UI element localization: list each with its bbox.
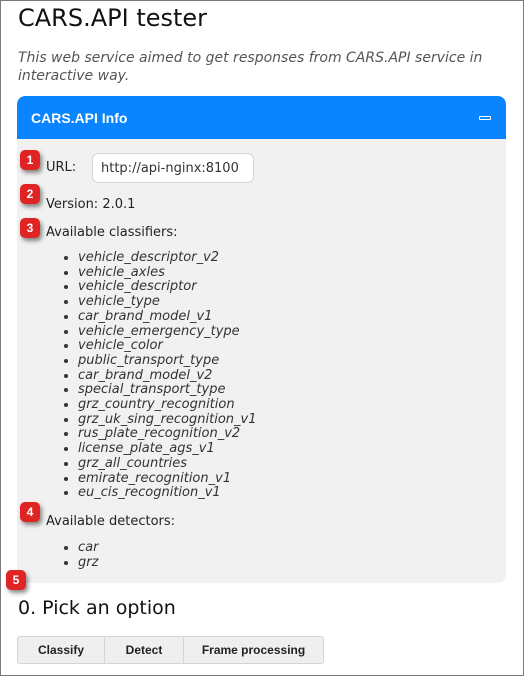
minus-icon[interactable]: [478, 111, 492, 125]
list-item: vehicle_emergency_type: [78, 324, 256, 340]
list-item: grz_all_countries: [78, 456, 256, 472]
annotation-badge-2: 2: [20, 184, 40, 204]
list-item: vehicle_axles: [78, 265, 256, 281]
list-item: vehicle_type: [78, 294, 256, 310]
frame-processing-button[interactable]: Frame processing: [184, 636, 324, 664]
list-item: vehicle_descriptor: [78, 280, 256, 295]
page-subtitle: This web service aimed to get responses …: [18, 50, 483, 84]
version-text: Version: 2.0.1: [46, 197, 136, 212]
options-heading: 0. Pick an option: [18, 597, 176, 619]
page-title: CARS.API tester: [18, 4, 208, 32]
classifiers-list: vehicle_descriptor_v2 vehicle_axles vehi…: [60, 250, 256, 501]
annotation-badge-5: 5: [6, 570, 26, 590]
list-item: emirate_recognition_v1: [78, 471, 256, 487]
list-item: car: [78, 540, 98, 556]
list-item: grz: [78, 555, 98, 571]
url-input[interactable]: [92, 153, 254, 183]
list-item: grz_country_recognition: [78, 397, 256, 413]
list-item: vehicle_descriptor_v2: [78, 250, 256, 266]
detectors-label: Available detectors:: [46, 514, 176, 529]
annotation-badge-1: 1: [20, 150, 40, 170]
list-item: car_brand_model_v1: [78, 309, 256, 325]
list-item: special_transport_type: [78, 383, 256, 398]
list-item: public_transport_type: [78, 353, 256, 369]
detect-button[interactable]: Detect: [105, 636, 184, 664]
classify-button[interactable]: Classify: [17, 636, 105, 664]
url-label: URL:: [46, 160, 77, 175]
list-item: eu_cis_recognition_v1: [78, 486, 256, 501]
list-item: license_plate_ags_v1: [78, 441, 256, 457]
annotation-badge-3: 3: [20, 218, 40, 238]
detectors-list: car grz: [60, 540, 98, 571]
annotation-badge-4: 4: [20, 502, 40, 522]
option-button-group: Classify Detect Frame processing: [17, 636, 324, 664]
info-panel-header[interactable]: CARS.API Info: [17, 96, 506, 139]
list-item: car_brand_model_v2: [78, 368, 256, 384]
list-item: grz_uk_sing_recognition_v1: [78, 412, 256, 428]
info-panel-title: CARS.API Info: [31, 109, 128, 126]
list-item: vehicle_color: [78, 339, 256, 354]
list-item: rus_plate_recognition_v2: [78, 427, 256, 442]
classifiers-label: Available classifiers:: [46, 225, 178, 240]
